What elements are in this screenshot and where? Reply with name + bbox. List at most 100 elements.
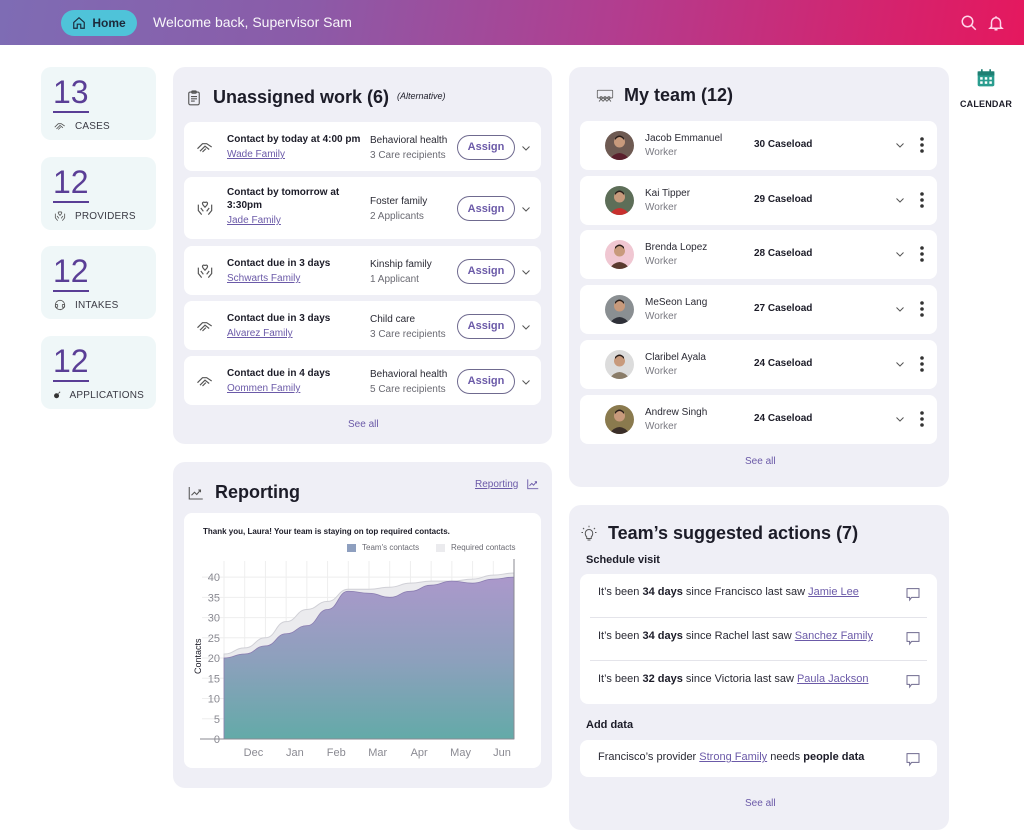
comment-icon[interactable] <box>905 673 921 689</box>
member-role: Worker <box>645 147 678 158</box>
chevron-down-icon[interactable] <box>520 321 532 333</box>
schedule-visit-item: It’s been 34 days since Rachel last saw … <box>590 617 927 660</box>
chevron-down-icon[interactable] <box>520 376 532 388</box>
avatar <box>605 295 634 325</box>
chevron-down-icon[interactable] <box>894 413 906 425</box>
x-tick-label: Apr <box>411 747 428 759</box>
y-tick-label: 10 <box>208 694 220 706</box>
tile-providers[interactable]: 12 PROVIDERS <box>41 157 156 230</box>
team-member-row[interactable]: Kai Tipper Worker 29 Caseload <box>580 175 937 225</box>
unassigned-work-title: Unassigned work (6) <box>185 87 389 108</box>
chevron-down-icon[interactable] <box>520 266 532 278</box>
chevron-down-icon[interactable] <box>894 358 906 370</box>
avatar <box>605 404 634 434</box>
trend-chart-icon <box>188 486 203 500</box>
assign-button[interactable]: Assign <box>457 196 515 221</box>
y-tick-label: 0 <box>214 734 220 746</box>
person-link[interactable]: Sanchez Family <box>795 630 873 642</box>
work-item-category: Kinship family 1 Applicant <box>370 258 432 285</box>
assign-button[interactable]: Assign <box>457 313 515 339</box>
y-tick-label: 15 <box>208 673 220 685</box>
cases-count: 13 <box>53 75 89 113</box>
family-link[interactable]: Oommen Family <box>227 382 377 395</box>
more-options-icon[interactable] <box>918 136 926 154</box>
avatar <box>605 240 634 270</box>
chevron-down-icon[interactable] <box>894 194 906 206</box>
more-options-icon[interactable] <box>918 191 926 209</box>
contacts-area-chart: 0 5 10 15 20 25 30 35 40 Dec Jan Feb Mar Apr May Jun Con… <box>193 559 515 759</box>
alternative-tag: (Alternative) <box>397 91 446 101</box>
member-role: Worker <box>645 256 678 268</box>
tile-applications[interactable]: 12 APPLICATIONS <box>41 336 156 409</box>
work-item-text: Contact due in 3 days Alvarez Family <box>227 312 377 340</box>
chevron-down-icon[interactable] <box>520 142 532 154</box>
team-member-row[interactable]: Jacob Emmanuel Worker 30 Caseload <box>580 121 937 170</box>
member-caseload: 30 Caseload <box>754 139 813 150</box>
cases-label: CASES <box>75 120 110 132</box>
member-caseload: 24 Caseload <box>754 412 813 424</box>
team-member-row[interactable]: MeSeon Lang Worker 27 Caseload <box>580 285 937 335</box>
team-member-row[interactable]: Claribel Ayala Worker 24 Caseload <box>580 339 937 389</box>
family-link[interactable]: Wade Family <box>227 148 377 161</box>
member-role: Worker <box>645 311 678 323</box>
my-team-title: My team (12) <box>596 85 733 106</box>
heart-hands-icon <box>54 211 66 221</box>
family-link[interactable]: Jade Family <box>227 214 347 227</box>
member-name: Andrew Singh <box>645 406 708 418</box>
suggested-actions-title: Team’s suggested actions (7) <box>580 523 858 544</box>
person-link[interactable]: Paula Jackson <box>797 673 869 685</box>
chevron-down-icon[interactable] <box>894 303 906 315</box>
tile-cases[interactable]: 13 CASES <box>41 67 156 140</box>
schedule-visit-item: It’s been 32 days since Victoria last sa… <box>590 660 927 703</box>
comment-icon[interactable] <box>905 586 921 602</box>
handshake-icon <box>197 142 212 152</box>
x-tick-label: Jun <box>493 747 511 759</box>
comment-icon[interactable] <box>905 630 921 646</box>
member-info: Kai Tipper Worker <box>645 187 690 215</box>
calendar-button[interactable]: CALENDAR <box>958 68 1014 109</box>
welcome-message: Welcome back, Supervisor Sam <box>153 14 352 30</box>
home-button[interactable]: Home <box>61 10 137 36</box>
member-name: Jacob Emmanuel <box>645 133 723 144</box>
heart-hands-icon <box>197 263 213 278</box>
assign-button[interactable]: Assign <box>457 134 515 160</box>
reporting-link[interactable]: Reporting <box>475 477 541 491</box>
comment-icon[interactable] <box>905 751 921 767</box>
strong-family-link[interactable]: Strong Family <box>699 751 767 763</box>
assign-button[interactable]: Assign <box>457 258 515 284</box>
schedule-visit-item: It’s been 34 days since Francisco last s… <box>580 574 937 617</box>
applications-label: APPLICATIONS <box>69 389 144 401</box>
family-link[interactable]: Schwarts Family <box>227 272 377 285</box>
suggested-actions-panel: Team’s suggested actions (7) Schedule vi… <box>569 505 949 830</box>
y-tick-label: 35 <box>208 592 220 604</box>
member-role: Worker <box>645 201 678 213</box>
x-tick-label: Dec <box>244 747 264 759</box>
work-item-due: Contact due in 4 days <box>227 368 331 379</box>
x-tick-label: May <box>450 747 471 759</box>
avatar <box>605 185 634 215</box>
headset-icon <box>54 299 66 311</box>
chevron-down-icon[interactable] <box>894 248 906 260</box>
more-options-icon[interactable] <box>918 410 926 428</box>
y-tick-label: 5 <box>214 714 220 726</box>
assign-button[interactable]: Assign <box>457 368 515 394</box>
chart-card: Thank you, Laura! Your team is staying o… <box>184 513 541 768</box>
more-options-icon[interactable] <box>918 245 926 263</box>
team-member-row[interactable]: Andrew Singh Worker 24 Caseload <box>580 394 937 444</box>
person-link[interactable]: Jamie Lee <box>808 586 859 598</box>
unassigned-see-all-link[interactable]: See all <box>348 419 379 430</box>
chevron-down-icon[interactable] <box>520 203 532 215</box>
chevron-down-icon[interactable] <box>894 139 906 151</box>
bell-icon[interactable] <box>987 14 1005 32</box>
actions-see-all-link[interactable]: See all <box>745 798 776 809</box>
work-item-due: Contact by today at 4:00 pm <box>227 134 361 145</box>
x-tick-label: Feb <box>327 747 346 759</box>
more-options-icon[interactable] <box>918 355 926 373</box>
more-options-icon[interactable] <box>918 300 926 318</box>
lightbulb-icon <box>581 525 597 540</box>
family-link[interactable]: Alvarez Family <box>227 327 377 340</box>
team-member-row[interactable]: Brenda Lopez Worker 28 Caseload <box>580 230 937 280</box>
tile-intakes[interactable]: 12 INTAKES <box>41 246 156 319</box>
search-icon[interactable] <box>960 14 978 32</box>
team-see-all-link[interactable]: See all <box>745 456 776 467</box>
